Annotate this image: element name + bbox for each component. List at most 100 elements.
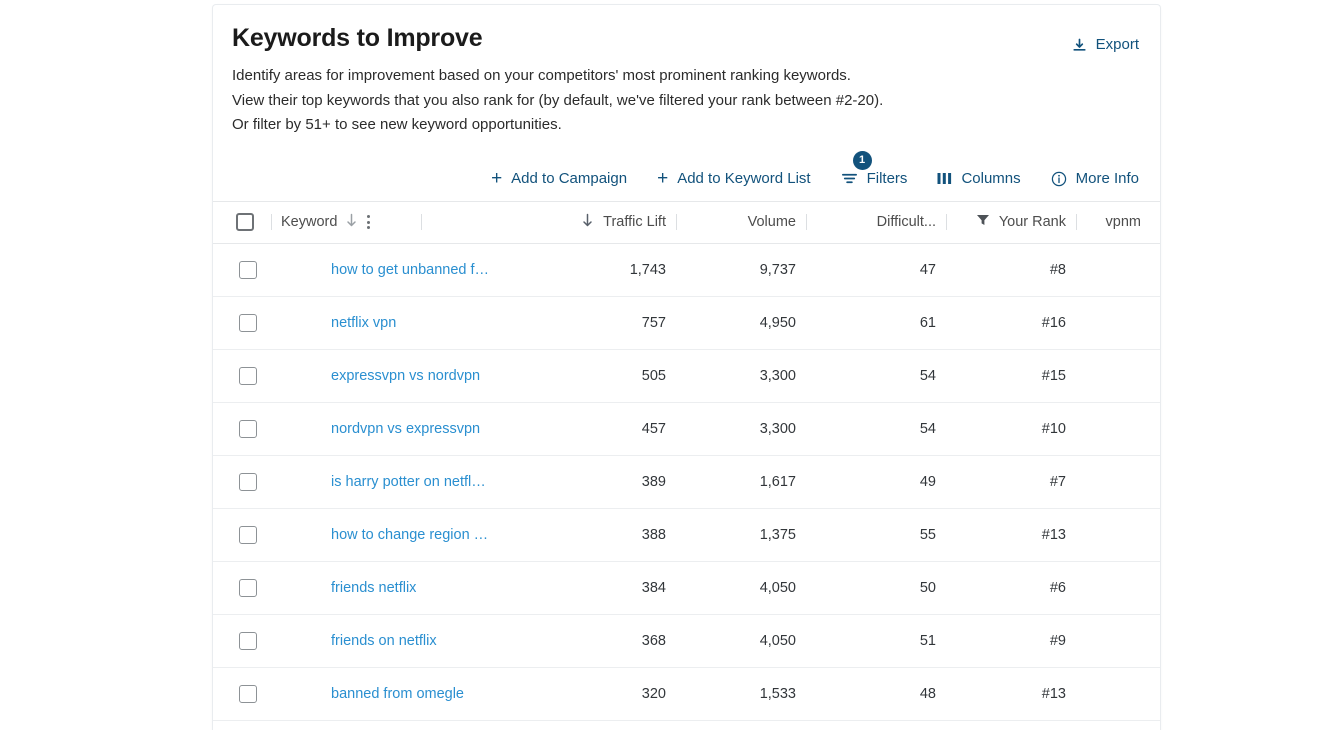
table-row: netflix vpn 757 4,950 61 #16 <box>213 296 1160 350</box>
row-checkbox[interactable] <box>239 419 257 438</box>
keyword-link[interactable]: netflix vpn <box>331 315 396 331</box>
card-header: Keywords to Improve Export Identify area… <box>213 5 1160 138</box>
traffic-lift-cell: 457 <box>493 402 683 456</box>
keyword-header-label: Keyword <box>281 214 338 230</box>
columns-button[interactable]: Columns <box>937 163 1021 195</box>
funnel-filter-icon[interactable] <box>976 213 990 231</box>
difficulty-header[interactable]: Difficult... <box>813 200 953 244</box>
page-title: Keywords to Improve <box>232 24 483 52</box>
table-row: friends on netflix 368 4,050 51 #9 <box>213 614 1160 668</box>
table-header: Keyword Traffic Lift Volume Difficult...… <box>213 200 1160 244</box>
traffic-lift-value: 368 <box>641 632 666 649</box>
difficulty-value: 54 <box>919 367 936 384</box>
difficulty-value: 49 <box>919 473 936 490</box>
row-checkbox[interactable] <box>239 684 257 703</box>
vpnm-cell <box>1083 508 1160 562</box>
export-button[interactable]: Export <box>1072 23 1140 55</box>
difficulty-cell: 49 <box>813 455 953 509</box>
filters-count-badge: 1 <box>852 150 872 170</box>
difficulty-cell: 48 <box>813 667 953 721</box>
vpnm-cell <box>1083 667 1160 721</box>
traffic-lift-value: 388 <box>641 526 666 543</box>
your-rank-header[interactable]: Your Rank <box>953 200 1083 244</box>
more-info-button[interactable]: More Info <box>1051 163 1139 195</box>
keyword-column-menu-icon[interactable] <box>364 213 373 231</box>
keyword-header[interactable]: Keyword <box>271 200 493 244</box>
volume-cell: 1,617 <box>683 455 813 509</box>
keyword-cell: netflix vpn <box>271 296 493 350</box>
volume-header[interactable]: Volume <box>683 200 813 244</box>
your-rank-value: #13 <box>1041 526 1066 543</box>
your-rank-value: #15 <box>1041 367 1066 384</box>
traffic-lift-value: 1,743 <box>629 261 666 278</box>
keyword-link[interactable]: how to get unbanned f… <box>331 262 489 278</box>
keyword-link[interactable]: friends netflix <box>331 580 416 596</box>
traffic-lift-cell: 384 <box>493 561 683 615</box>
your-rank-cell: #15 <box>953 349 1083 403</box>
row-checkbox[interactable] <box>239 631 257 650</box>
row-checkbox[interactable] <box>239 313 257 332</box>
keyword-link[interactable]: is harry potter on netfl… <box>331 474 486 490</box>
keyword-link[interactable]: banned from omegle <box>331 686 464 702</box>
traffic-lift-cell: 757 <box>493 296 683 350</box>
row-select-cell <box>213 243 271 297</box>
row-select-cell <box>213 296 271 350</box>
difficulty-value: 48 <box>919 685 936 702</box>
row-checkbox[interactable] <box>239 366 257 385</box>
filters-label: Filters <box>866 169 908 187</box>
difficulty-cell: 55 <box>813 508 953 562</box>
plus-icon: + <box>491 167 503 189</box>
add-to-keyword-list-label: Add to Keyword List <box>677 169 811 187</box>
card-description: Identify areas for improvement based on … <box>232 64 1140 138</box>
volume-cell: 3,300 <box>683 402 813 456</box>
volume-cell: 9,737 <box>683 243 813 297</box>
keywords-to-improve-card: Keywords to Improve Export Identify area… <box>212 4 1161 730</box>
plus-icon: + <box>657 167 669 189</box>
difficulty-cell: 54 <box>813 402 953 456</box>
keyword-link[interactable]: expressvpn vs nordvpn <box>331 368 480 384</box>
keyword-link[interactable]: nordvpn vs expressvpn <box>331 421 480 437</box>
traffic-lift-cell: 389 <box>493 455 683 509</box>
your-rank-cell: #16 <box>953 296 1083 350</box>
vpnm-cell <box>1083 402 1160 456</box>
vpnm-cell <box>1083 349 1160 403</box>
row-checkbox[interactable] <box>239 472 257 491</box>
table-row: expressvpn vs nordvpn 505 3,300 54 #15 <box>213 349 1160 403</box>
keyword-link[interactable]: how to change region … <box>331 527 488 543</box>
table-row: how to change region … 388 1,375 55 #13 <box>213 508 1160 562</box>
table-header-row: Keyword Traffic Lift Volume Difficult...… <box>213 200 1160 244</box>
table-row: banned from omegle 320 1,533 48 #13 <box>213 667 1160 721</box>
sort-desc-icon[interactable] <box>345 213 358 232</box>
traffic-lift-header[interactable]: Traffic Lift <box>493 200 683 244</box>
filters-button[interactable]: 1 Filters <box>841 150 908 195</box>
your-rank-value: #7 <box>1049 473 1066 490</box>
vpnm-header[interactable]: vpnm <box>1083 200 1160 244</box>
sort-desc-icon[interactable] <box>581 213 594 232</box>
row-checkbox[interactable] <box>239 578 257 597</box>
add-to-campaign-label: Add to Campaign <box>511 169 628 187</box>
keyword-cell: how to change region … <box>271 508 493 562</box>
difficulty-cell: 54 <box>813 349 953 403</box>
download-icon <box>1072 38 1087 53</box>
row-checkbox[interactable] <box>239 525 257 544</box>
your-rank-value: #16 <box>1041 314 1066 331</box>
difficulty-cell: 47 <box>813 243 953 297</box>
column-divider <box>421 214 423 230</box>
vpnm-cell <box>1083 243 1160 297</box>
keyword-link[interactable]: friends on netflix <box>331 633 437 649</box>
vpnm-cell <box>1083 296 1160 350</box>
row-checkbox[interactable] <box>239 260 257 279</box>
keyword-cell: friends netflix <box>271 561 493 615</box>
your-rank-header-label: Your Rank <box>998 214 1066 230</box>
volume-value: 4,050 <box>759 579 796 596</box>
row-select-cell <box>213 561 271 615</box>
volume-cell: 3,300 <box>683 349 813 403</box>
traffic-lift-value: 457 <box>641 420 666 437</box>
columns-label: Columns <box>961 169 1021 187</box>
traffic-lift-value: 320 <box>641 685 666 702</box>
select-all-checkbox[interactable] <box>236 213 254 231</box>
volume-value: 3,300 <box>759 420 796 437</box>
add-to-keyword-list-button[interactable]: + Add to Keyword List <box>657 163 811 195</box>
add-to-campaign-button[interactable]: + Add to Campaign <box>491 163 627 195</box>
volume-value: 4,950 <box>759 314 796 331</box>
